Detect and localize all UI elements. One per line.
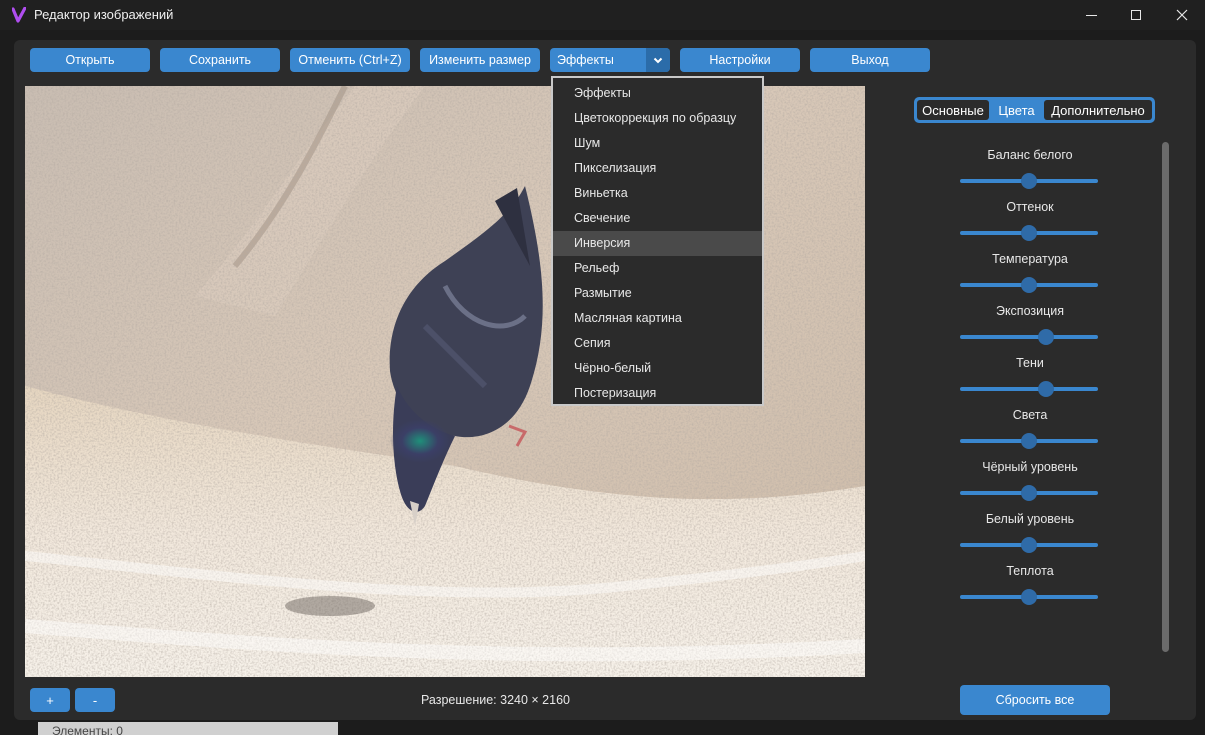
- effects-select-arrow[interactable]: [646, 48, 670, 72]
- close-button[interactable]: [1159, 0, 1205, 30]
- minimize-icon: [1085, 14, 1097, 16]
- effects-menu-item[interactable]: Виньетка: [553, 181, 762, 206]
- effects-menu-item[interactable]: Шум: [553, 131, 762, 156]
- resolution-status: Разрешение: 3240 × 2160: [421, 693, 570, 707]
- effects-menu-item[interactable]: Рельеф: [553, 256, 762, 281]
- effects-menu-item[interactable]: Инверсия: [553, 231, 762, 256]
- effects-menu-item[interactable]: Сепия: [553, 331, 762, 356]
- slider-label: Экспозиция: [995, 304, 1065, 318]
- effects-menu-item[interactable]: Эффекты: [553, 81, 762, 106]
- effects-menu-item[interactable]: Постеризация: [553, 381, 762, 406]
- slider-label: Баланс белого: [987, 148, 1073, 162]
- slider-thumb[interactable]: [1021, 225, 1037, 241]
- scrollbar[interactable]: [1162, 142, 1169, 652]
- undo-button[interactable]: Отменить (Ctrl+Z): [290, 48, 410, 72]
- effects-select-value: Эффекты: [557, 53, 614, 67]
- background-window-text: Элементы: 0: [38, 722, 338, 735]
- slider-thumb[interactable]: [1037, 381, 1054, 397]
- effects-menu-item[interactable]: Чёрно-белый: [553, 356, 762, 381]
- slider-label: Света: [1012, 408, 1048, 422]
- minimize-button[interactable]: [1068, 0, 1114, 30]
- maximize-icon: [1131, 10, 1141, 20]
- editor-panel: Открыть Сохранить Отменить (Ctrl+Z) Изме…: [14, 40, 1196, 720]
- slider-track[interactable]: [960, 387, 1098, 391]
- exit-button[interactable]: Выход: [810, 48, 930, 72]
- slider-label: Теплота: [1006, 564, 1054, 578]
- tab-colors[interactable]: Цвета: [989, 100, 1044, 120]
- open-button[interactable]: Открыть: [30, 48, 150, 72]
- slider-thumb[interactable]: [1021, 277, 1037, 293]
- slider-label: Чёрный уровень: [982, 460, 1078, 474]
- resize-button[interactable]: Изменить размер: [420, 48, 540, 72]
- zoom-in-button[interactable]: +: [30, 688, 70, 712]
- effects-dropdown: Эффекты Цветокоррекция по образцу Шум Пиксе…: [551, 76, 764, 406]
- slider-thumb[interactable]: [1021, 537, 1037, 553]
- close-icon: [1176, 9, 1188, 21]
- tab-basic[interactable]: Основные: [917, 100, 989, 120]
- slider-thumb[interactable]: [1037, 329, 1054, 345]
- slider-thumb[interactable]: [1021, 433, 1037, 449]
- effects-menu-item[interactable]: Цветокоррекция по образцу: [553, 106, 762, 131]
- slider-label: Температура: [992, 252, 1068, 266]
- tab-group: Основные Цвета Дополнительно: [914, 97, 1155, 123]
- slider-label: Белый уровень: [985, 512, 1075, 526]
- slider-thumb[interactable]: [1021, 589, 1037, 605]
- app-logo-icon: [12, 7, 26, 23]
- effects-menu-item[interactable]: Масляная картина: [553, 306, 762, 331]
- slider-track[interactable]: [960, 335, 1098, 339]
- slider-thumb[interactable]: [1021, 173, 1037, 189]
- slider-label: Оттенок: [1006, 200, 1054, 214]
- slider-label: Тени: [1016, 356, 1044, 370]
- zoom-out-button[interactable]: -: [75, 688, 115, 712]
- effects-menu-item[interactable]: Размытие: [553, 281, 762, 306]
- effects-menu-item[interactable]: Свечение: [553, 206, 762, 231]
- settings-button[interactable]: Настройки: [680, 48, 800, 72]
- maximize-button[interactable]: [1113, 0, 1159, 30]
- chevron-down-icon: [653, 57, 663, 63]
- effects-menu-item[interactable]: Пикселизация: [553, 156, 762, 181]
- effects-select[interactable]: Эффекты: [550, 48, 670, 72]
- save-button[interactable]: Сохранить: [160, 48, 280, 72]
- title-bar: Редактор изображений: [0, 0, 1205, 30]
- reset-all-button[interactable]: Сбросить все: [960, 685, 1110, 715]
- tab-advanced[interactable]: Дополнительно: [1044, 100, 1152, 120]
- slider-thumb[interactable]: [1021, 485, 1037, 501]
- window-title: Редактор изображений: [34, 7, 174, 22]
